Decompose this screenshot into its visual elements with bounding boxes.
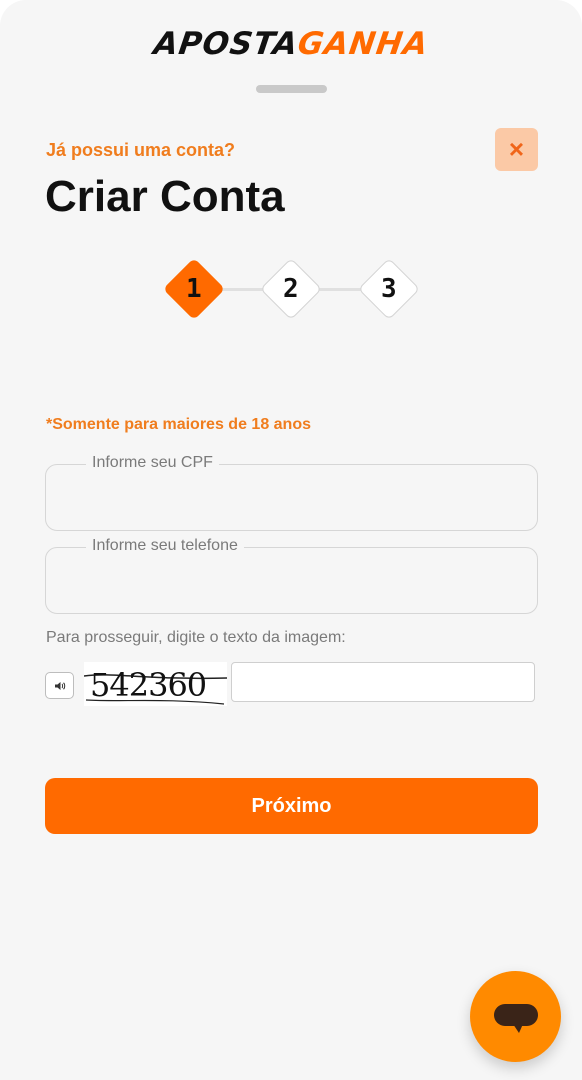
captcha-input[interactable] [232, 663, 534, 701]
step-3-label: 3 [381, 274, 397, 304]
chat-button[interactable] [470, 971, 561, 1062]
step-2: 2 [259, 257, 323, 321]
brand-logo: APOSTAGANHA [0, 26, 582, 62]
step-3: 3 [357, 257, 421, 321]
drag-handle[interactable] [256, 85, 327, 93]
next-button[interactable]: Próximo [45, 778, 538, 834]
brand-logo-part2: GANHA [295, 26, 431, 62]
cpf-field[interactable]: Informe seu CPF [45, 454, 538, 531]
cpf-label: Informe seu CPF [86, 454, 219, 472]
already-have-account-link[interactable]: Já possui uma conta? [46, 140, 235, 161]
step-1-label: 1 [186, 274, 202, 304]
phone-input[interactable] [46, 548, 537, 613]
page-title: Criar Conta [45, 172, 285, 221]
close-button[interactable]: × [495, 128, 538, 171]
step-2-label: 2 [283, 274, 299, 304]
brand-logo-part1: APOSTA [151, 26, 301, 62]
captcha-image: 542360 [84, 662, 227, 706]
step-1: 1 [162, 257, 226, 321]
captcha-field[interactable] [231, 662, 535, 702]
age-notice: *Somente para maiores de 18 anos [46, 416, 311, 433]
captcha-prompt: Para prosseguir, digite o texto da image… [46, 629, 346, 646]
phone-field[interactable]: Informe seu telefone [45, 537, 538, 614]
speaker-icon [54, 681, 65, 690]
cpf-input[interactable] [46, 465, 537, 530]
chat-icon [493, 1003, 538, 1033]
phone-label: Informe seu telefone [86, 537, 244, 555]
signup-sheet: APOSTAGANHA Já possui uma conta? Criar C… [0, 0, 582, 1080]
captcha-text: 542360 [90, 666, 207, 704]
captcha-audio-button[interactable] [45, 672, 74, 699]
close-icon: × [508, 134, 525, 164]
